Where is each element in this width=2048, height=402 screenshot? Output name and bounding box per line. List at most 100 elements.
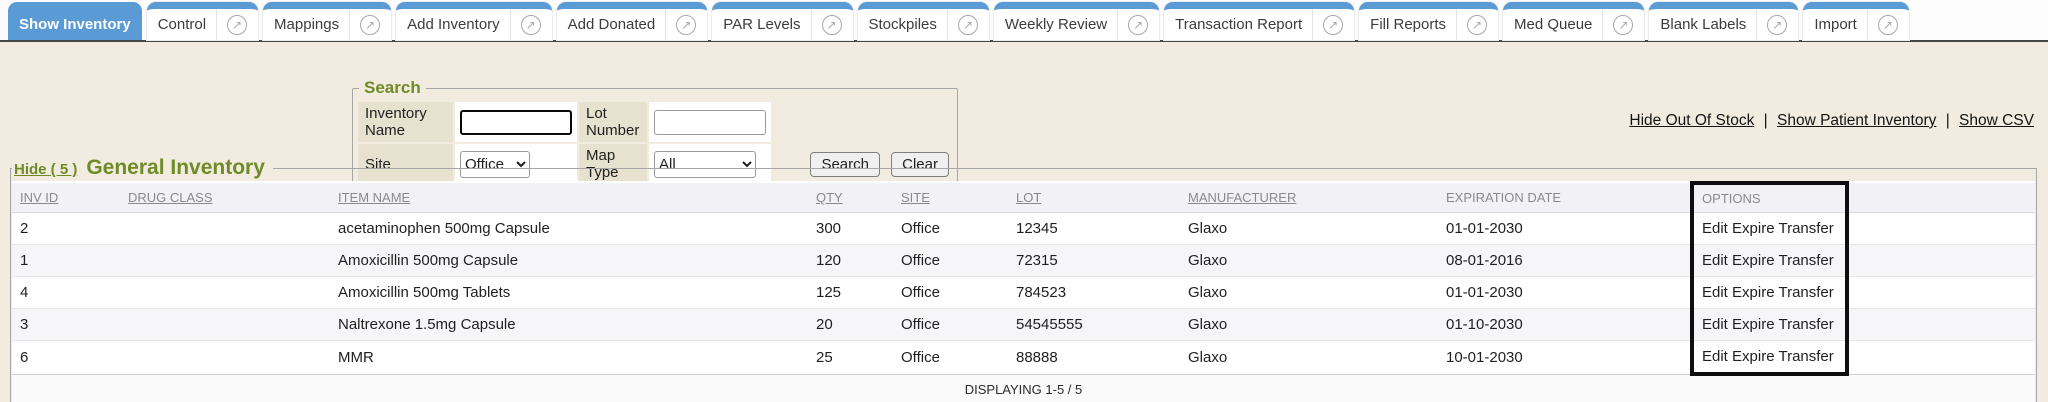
tab-mappings[interactable]: Mappings ↗ (263, 2, 391, 40)
transfer-link[interactable]: Transfer (1778, 220, 1833, 237)
column-header-inv-id: INV ID (12, 183, 120, 213)
edit-link[interactable]: Edit (1702, 252, 1728, 269)
tab-label: Fill Reports (1370, 16, 1446, 33)
open-in-new-window-icon[interactable]: ↗ (1613, 15, 1633, 35)
transfer-link[interactable]: Transfer (1778, 348, 1833, 365)
expire-link[interactable]: Expire (1732, 220, 1775, 237)
tab-label: Show Inventory (19, 16, 131, 33)
tab-label: Add Inventory (407, 16, 500, 33)
cell-drug-class (120, 277, 330, 309)
show-patient-inventory-link[interactable]: Show Patient Inventory (1777, 112, 1936, 129)
edit-link[interactable]: Edit (1702, 284, 1728, 301)
hide-out-of-stock-link[interactable]: Hide Out Of Stock (1629, 112, 1754, 129)
sort-link-inv-id[interactable]: INV ID (20, 190, 58, 205)
table-row: 3Naltrexone 1.5mg Capsule20Office5454555… (12, 309, 2035, 341)
edit-link[interactable]: Edit (1702, 348, 1728, 365)
tab-bar: Show InventoryControl↗Mappings↗Add Inven… (0, 0, 2048, 42)
cell-options: Edit Expire Transfer (1692, 341, 1847, 375)
sort-link-qty[interactable]: QTY (816, 190, 843, 205)
lot-number-label: Lot Number (579, 102, 647, 142)
cell-inv-id: 3 (12, 309, 120, 341)
column-label: EXPIRATION DATE (1446, 190, 1561, 205)
transfer-link[interactable]: Transfer (1778, 284, 1833, 301)
link-separator: | (1946, 112, 1950, 129)
tab-label: Blank Labels (1660, 16, 1746, 33)
tab-label: Mappings (274, 16, 339, 33)
inventory-name-input[interactable] (460, 110, 572, 135)
sort-link-drug-class[interactable]: DRUG CLASS (128, 190, 213, 205)
tab-add-inventory[interactable]: Add Inventory ↗ (396, 2, 552, 40)
cell-lot: 12345 (1008, 213, 1180, 245)
tab-transaction-report[interactable]: Transaction Report↗ (1164, 2, 1354, 40)
tab-control[interactable]: Control↗ (147, 2, 258, 40)
displaying-count: DISPLAYING 1-5 / 5 (12, 374, 2035, 402)
tab-icon-divider: ↗ (216, 9, 247, 40)
open-in-new-window-icon[interactable]: ↗ (958, 15, 978, 35)
transfer-link[interactable]: Transfer (1778, 252, 1833, 269)
column-header-site: SITE (893, 183, 1008, 213)
open-in-new-window-icon[interactable]: ↗ (360, 15, 380, 35)
edit-link[interactable]: Edit (1702, 220, 1728, 237)
lot-number-input[interactable] (654, 110, 766, 135)
open-in-new-window-icon[interactable]: ↗ (1878, 15, 1898, 35)
tab-label: Stockpiles (869, 16, 937, 33)
cell-inv-id: 2 (12, 213, 120, 245)
tab-weekly-review[interactable]: Weekly Review ↗ (994, 2, 1159, 40)
tab-label: Weekly Review (1005, 16, 1107, 33)
tab-label: Add Donated (568, 16, 656, 33)
cell-options: Edit Expire Transfer (1692, 213, 1847, 245)
open-in-new-window-icon[interactable]: ↗ (521, 15, 541, 35)
open-in-new-window-icon[interactable]: ↗ (676, 15, 696, 35)
expire-link[interactable]: Expire (1732, 252, 1775, 269)
sort-link-manufacturer[interactable]: MANUFACTURER (1188, 190, 1296, 205)
table-row: 1Amoxicillin 500mg Capsule120Office72315… (12, 245, 2035, 277)
table-row: 6MMR25Office88888Glaxo10-01-2030Edit Exp… (12, 341, 2035, 375)
tab-import[interactable]: Import↗ (1803, 2, 1909, 40)
open-in-new-window-icon[interactable]: ↗ (227, 15, 247, 35)
cell-filler (1847, 341, 2035, 375)
open-in-new-window-icon[interactable]: ↗ (1128, 15, 1148, 35)
inventory-table: INV ID DRUG CLASS ITEM NAME QTY SITE LOT MANUF… (12, 181, 2035, 402)
top-links: Hide Out Of Stock | Show Patient Invento… (1629, 112, 2034, 130)
cell-drug-class (120, 245, 330, 277)
tab-label: PAR Levels (723, 16, 800, 33)
tab-show-inventory[interactable]: Show Inventory (8, 2, 142, 40)
tab-stockpiles[interactable]: Stockpiles ↗ (858, 2, 989, 40)
cell-manufacturer: Glaxo (1180, 309, 1438, 341)
app-root: Show InventoryControl↗Mappings↗Add Inven… (0, 0, 2048, 402)
open-in-new-window-icon[interactable]: ↗ (1323, 15, 1343, 35)
hide-count-link[interactable]: Hide ( 5 ) (14, 161, 77, 178)
table-row: 4Amoxicillin 500mg Tablets125Office78452… (12, 277, 2035, 309)
cell-site: Office (893, 341, 1008, 375)
sort-link-item-name[interactable]: ITEM NAME (338, 190, 410, 205)
cell-item-name: Naltrexone 1.5mg Capsule (330, 309, 808, 341)
open-in-new-window-icon[interactable]: ↗ (1767, 15, 1787, 35)
expire-link[interactable]: Expire (1732, 348, 1775, 365)
cell-site: Office (893, 245, 1008, 277)
sort-link-lot[interactable]: LOT (1016, 190, 1041, 205)
tab-par-levels[interactable]: PAR Levels ↗ (712, 2, 852, 40)
general-inventory-title: General Inventory (86, 156, 265, 179)
cell-options: Edit Expire Transfer (1692, 245, 1847, 277)
cell-filler (1847, 245, 2035, 277)
cell-site: Office (893, 309, 1008, 341)
tab-icon-divider: ↗ (947, 9, 978, 40)
tab-fill-reports[interactable]: Fill Reports ↗ (1359, 2, 1498, 40)
tab-blank-labels[interactable]: Blank Labels ↗ (1649, 2, 1798, 40)
tab-med-queue[interactable]: Med Queue↗ (1503, 2, 1644, 40)
edit-link[interactable]: Edit (1702, 316, 1728, 333)
tab-add-donated[interactable]: Add Donated ↗ (557, 2, 708, 40)
tab-icon-divider: ↗ (1602, 9, 1633, 40)
transfer-link[interactable]: Transfer (1778, 316, 1833, 333)
inventory-table-body: 2acetaminophen 500mg Capsule300Office123… (12, 213, 2035, 375)
open-in-new-window-icon[interactable]: ↗ (1467, 15, 1487, 35)
expire-link[interactable]: Expire (1732, 316, 1775, 333)
show-csv-link[interactable]: Show CSV (1959, 112, 2034, 129)
open-in-new-window-icon[interactable]: ↗ (822, 15, 842, 35)
search-grid-spacer (773, 102, 952, 142)
cell-drug-class (120, 341, 330, 375)
column-header-qty: QTY (808, 183, 893, 213)
cell-manufacturer: Glaxo (1180, 213, 1438, 245)
sort-link-site[interactable]: SITE (901, 190, 930, 205)
expire-link[interactable]: Expire (1732, 284, 1775, 301)
